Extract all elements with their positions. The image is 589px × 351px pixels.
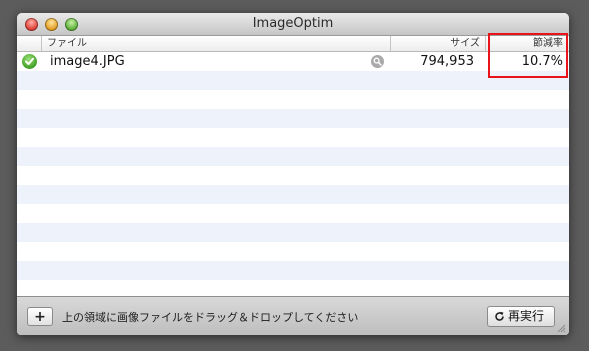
row-stripe [17,204,569,223]
magnifier-icon[interactable] [371,55,384,68]
window-title: ImageOptim [252,16,334,31]
rerun-label: 再実行 [508,309,545,323]
row-stripe [17,223,569,242]
file-name: image4.JPG [50,54,125,69]
column-header: ファイル サイズ 節減率 [17,36,569,52]
file-size: 794,953 [420,54,474,69]
checkmark-icon [22,54,37,69]
rerun-button[interactable]: 再実行 [487,306,555,327]
column-file-header[interactable]: ファイル [47,36,87,51]
row-stripe [17,261,569,280]
row-stripe [17,90,569,109]
app-window: ImageOptim ファイル サイズ 節減率 image4.JPG 794,9… [17,13,569,335]
row-stripe [17,128,569,147]
title-bar[interactable]: ImageOptim [17,13,569,36]
refresh-icon [495,311,504,321]
row-stripe [17,71,569,90]
row-stripe [17,242,569,261]
row-stripe [17,109,569,128]
resize-grip-icon[interactable] [556,323,566,333]
drop-hint-text: 上の領域に画像ファイルをドラッグ＆ドロップしてください [62,311,359,324]
bottom-bar: + 上の領域に画像ファイルをドラッグ＆ドロップしてください 再実行 [17,296,569,335]
column-savings-header[interactable]: 節減率 [485,36,563,51]
row-stripe [17,166,569,185]
column-size-header[interactable]: サイズ [392,36,480,51]
row-stripe [17,185,569,204]
column-separator [41,36,42,51]
column-separator [390,36,391,51]
table-row[interactable]: image4.JPG 794,953 10.7% [17,52,569,71]
add-files-button[interactable]: + [27,307,53,326]
file-list[interactable]: image4.JPG 794,953 10.7% [17,52,569,296]
row-stripe [17,147,569,166]
file-savings: 10.7% [521,54,563,69]
